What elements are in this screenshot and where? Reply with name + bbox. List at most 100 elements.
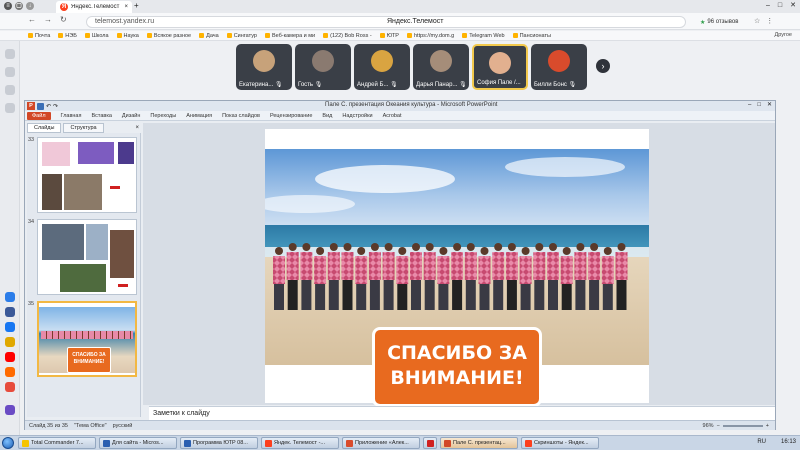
tab-outline[interactable]: Структура — [63, 122, 104, 133]
sidebar-history-icon[interactable] — [5, 67, 15, 77]
bookmark-item[interactable]: ЮТР — [379, 33, 399, 39]
person-shirt — [396, 256, 409, 284]
ribbon-tab[interactable]: Показ слайдов — [222, 113, 260, 119]
sidebar-notes-icon[interactable] — [5, 85, 15, 95]
ribbon-tab[interactable]: Дизайн — [122, 113, 141, 119]
notes-field[interactable]: Заметки к слайду — [149, 406, 775, 420]
participant-tile[interactable]: София Пале /... 🎙 — [472, 44, 528, 90]
person-legs — [356, 284, 367, 310]
zoom-in-icon[interactable]: + — [766, 423, 769, 429]
taskbar-item[interactable]: Для сайта - Micros... — [99, 437, 177, 449]
bookmark-item[interactable]: НЭБ — [58, 33, 77, 39]
screen: ≡ ▢ ↓ Я Яндекс.Телемост × + – □ ✕ ← → ↻ … — [0, 0, 800, 450]
input-language[interactable]: RU — [757, 439, 766, 445]
person-shirt — [451, 252, 464, 280]
forward-icon[interactable]: → — [44, 15, 52, 24]
tab-close-icon[interactable]: × — [124, 4, 128, 10]
sidebar-app-icon[interactable] — [5, 292, 15, 302]
taskbar-item[interactable]: Яндек. Телемост -... — [261, 437, 339, 449]
zoom-slider[interactable] — [722, 424, 763, 427]
slide-thumb-34[interactable] — [37, 219, 137, 295]
thumb-number: 34 — [28, 219, 35, 225]
telemost-favicon-icon: Я — [60, 3, 68, 11]
ribbon-tab[interactable]: Переходы — [150, 113, 176, 119]
taskbar-item-label: Total Commander 7... — [31, 440, 84, 446]
ppt-redo-icon[interactable]: ↷ — [53, 103, 58, 110]
bookmark-icon[interactable]: ☆ — [754, 17, 760, 25]
clock[interactable]: 16:13 — [781, 439, 796, 445]
ribbon-tab[interactable]: Файл — [27, 111, 51, 120]
taskbar-item[interactable]: Total Commander 7... — [18, 437, 96, 449]
sidebar-alice-icon[interactable] — [5, 405, 15, 415]
bookmark-item[interactable]: (122) Bob Ross - — [323, 33, 372, 39]
new-tab-icon[interactable]: + — [134, 1, 139, 10]
panel-close-icon[interactable]: × — [135, 125, 139, 131]
ppt-save-icon[interactable] — [37, 102, 44, 110]
bookmark-item[interactable]: Пансионаты — [512, 33, 551, 39]
current-slide[interactable]: СПАСИБО ЗА ВНИМАНИЕ! — [265, 129, 649, 407]
reload-icon[interactable]: ↻ — [60, 15, 67, 24]
address-field[interactable]: telemost.yandex.ru Яндекс.Телемост — [86, 16, 686, 28]
tabs-icon[interactable]: ▢ — [15, 2, 23, 10]
zoom-out-icon[interactable]: − — [717, 423, 720, 429]
start-button-icon[interactable] — [2, 437, 14, 449]
bookmark-item[interactable]: Всякое разное — [146, 33, 191, 39]
maximize-icon[interactable]: □ — [778, 2, 782, 9]
taskbar-item-label: Пале С. презентац... — [453, 440, 506, 446]
bookmark-item[interactable]: Веб-камера и ми — [264, 33, 315, 39]
bookmark-item[interactable]: Наука — [116, 33, 139, 39]
taskbar-item[interactable]: Приложение «Алек... — [342, 437, 420, 449]
extensions-icon[interactable]: ⋮ — [766, 17, 773, 25]
close-window-icon[interactable]: ✕ — [790, 1, 796, 9]
downloads-icon[interactable]: ↓ — [26, 2, 34, 10]
other-bookmarks[interactable]: Другое — [775, 32, 792, 38]
bookmark-item[interactable]: Telegram Web — [462, 33, 505, 39]
ribbon-tab[interactable]: Вставка — [91, 113, 111, 119]
taskbar-item[interactable] — [423, 437, 437, 449]
participant-tile[interactable]: Гость 🎙 — [295, 44, 351, 90]
participant-tile[interactable]: Билли Бонс 🎙 — [531, 44, 587, 90]
participant-tile[interactable]: Андрей Б... 🎙 — [354, 44, 410, 90]
ribbon-tab[interactable]: Acrobat — [383, 113, 402, 119]
back-icon[interactable]: ← — [28, 15, 36, 24]
sidebar-music-icon[interactable] — [5, 337, 15, 347]
ribbon-tab[interactable]: Главная — [61, 113, 82, 119]
participant-tile[interactable]: Дарья Панар... 🎙 — [413, 44, 469, 90]
sidebar-downloads-icon[interactable] — [5, 103, 15, 113]
sidebar-ok-icon[interactable] — [5, 307, 15, 317]
ribbon-tab[interactable]: Надстройки — [342, 113, 372, 119]
sidebar-collections-icon[interactable] — [5, 49, 15, 59]
bookmark-item[interactable]: Школа — [84, 33, 109, 39]
tab-slides[interactable]: Слайды — [27, 122, 62, 133]
sidebar-games-icon[interactable] — [5, 382, 15, 392]
ppt-close-icon[interactable]: ✕ — [767, 101, 772, 108]
ribbon-tab[interactable]: Рецензирование — [270, 113, 312, 119]
bookmark-item[interactable]: https://my.dom.g — [406, 33, 454, 39]
taskbar-item[interactable]: Пале С. презентац... — [440, 437, 518, 449]
participant-tile[interactable]: Екатерина... 🎙 — [236, 44, 292, 90]
participants-next-icon[interactable]: › — [596, 59, 610, 73]
slide-thumb-35[interactable]: СПАСИБО ЗА ВНИМАНИЕ! — [37, 301, 137, 377]
ppt-undo-icon[interactable]: ↶ — [46, 103, 51, 110]
ppt-maximize-icon[interactable]: □ — [757, 102, 761, 108]
zoom-control[interactable]: 96% − + — [703, 423, 769, 429]
sidebar-facebook-icon[interactable] — [5, 322, 15, 332]
ribbon-tab[interactable]: Вид — [322, 113, 332, 119]
taskbar-item[interactable]: Программа ЮТР 08... — [180, 437, 258, 449]
ppt-minimize-icon[interactable]: – — [748, 102, 751, 108]
sidebar-mail-icon[interactable] — [5, 367, 15, 377]
slide-thumb-33[interactable] — [37, 137, 137, 213]
person-legs — [602, 284, 613, 310]
bookmark-item[interactable]: Почта — [28, 33, 50, 39]
person-shirt — [314, 256, 327, 284]
minimize-icon[interactable]: – — [766, 2, 770, 9]
taskbar-item[interactable]: Скриншоты - Яндек... — [521, 437, 599, 449]
person-head — [316, 247, 325, 255]
browser-tab[interactable]: Я Яндекс.Телемост × — [56, 1, 132, 13]
sidebar-youtube-icon[interactable] — [5, 352, 15, 362]
ribbon-tab[interactable]: Анимация — [186, 113, 212, 119]
browser-menu-icon[interactable]: ≡ — [4, 2, 12, 10]
bookmark-item[interactable]: Сингатур — [226, 33, 257, 39]
bookmark-item[interactable]: Дача — [199, 33, 219, 39]
reviews-badge[interactable]: ★ 96 отзывов — [700, 16, 738, 28]
